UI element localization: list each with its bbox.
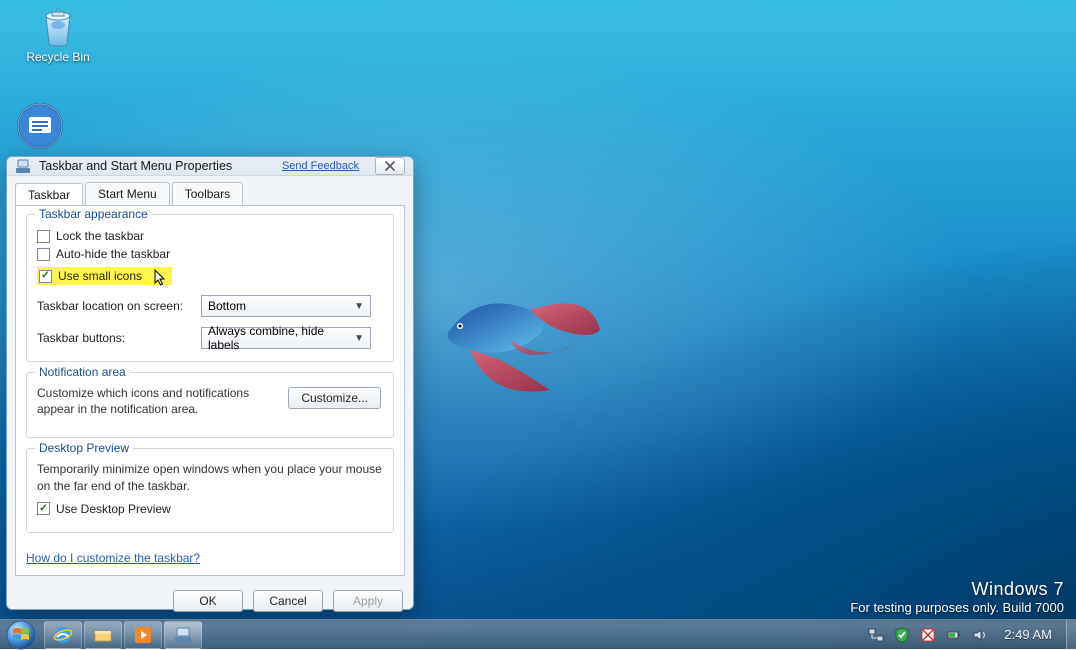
chevron-down-icon: ▼: [354, 301, 364, 312]
group-desktop-preview: Desktop Preview Temporarily minimize ope…: [26, 448, 394, 532]
legend-desktop-preview: Desktop Preview: [35, 441, 133, 455]
tray-security-icon[interactable]: [894, 627, 910, 643]
checkbox-use-small-icons[interactable]: [39, 270, 52, 283]
taskbar-item-ie[interactable]: [44, 621, 82, 649]
internet-explorer-icon: [53, 625, 73, 645]
taskbar-item-explorer[interactable]: [84, 621, 122, 649]
taskbar-properties-window: Taskbar and Start Menu Properties Send F…: [6, 156, 414, 610]
window-titlebar[interactable]: Taskbar and Start Menu Properties Send F…: [7, 157, 413, 176]
mouse-cursor-icon: [154, 269, 168, 287]
tab-start-menu[interactable]: Start Menu: [85, 182, 170, 205]
row-use-small-icons[interactable]: Use small icons: [39, 269, 142, 283]
text-notification-help: Customize which icons and notifications …: [37, 385, 287, 417]
properties-window-icon: [173, 625, 193, 645]
checkbox-autohide-taskbar[interactable]: [37, 248, 50, 261]
row-use-desktop-preview[interactable]: Use Desktop Preview: [37, 502, 383, 516]
close-button[interactable]: [375, 157, 405, 175]
row-taskbar-location: Taskbar location on screen: Bottom ▼: [37, 295, 383, 317]
tray-clock[interactable]: 2:49 AM: [998, 627, 1058, 642]
checkbox-use-desktop-preview[interactable]: [37, 502, 50, 515]
send-feedback-link[interactable]: Send Feedback: [282, 160, 359, 172]
row-lock-taskbar[interactable]: Lock the taskbar: [37, 229, 383, 243]
close-icon: [383, 161, 397, 171]
checkbox-lock-taskbar[interactable]: [37, 230, 50, 243]
tab-toolbars[interactable]: Toolbars: [172, 182, 243, 205]
desktop-background[interactable]: Recycle Bin Windows 7 For testin: [0, 0, 1076, 649]
watermark-line1: Windows 7: [850, 579, 1064, 600]
label-use-small-icons: Use small icons: [58, 269, 142, 283]
label-use-desktop-preview: Use Desktop Preview: [56, 502, 171, 516]
tab-body-taskbar: Taskbar appearance Lock the taskbar Auto…: [15, 205, 405, 576]
dropdown-taskbar-buttons-value: Always combine, hide labels: [208, 324, 354, 352]
customize-button[interactable]: Customize...: [288, 387, 381, 409]
ok-button[interactable]: OK: [173, 590, 243, 612]
folder-icon: [93, 625, 113, 645]
group-notification-area: Notification area Customize which icons …: [26, 372, 394, 438]
label-autohide-taskbar: Auto-hide the taskbar: [56, 247, 170, 261]
recycle-bin-label: Recycle Bin: [20, 50, 96, 64]
dropdown-taskbar-location-value: Bottom: [208, 299, 246, 313]
legend-notification-area: Notification area: [35, 365, 130, 379]
taskbar[interactable]: 2:49 AM: [0, 619, 1076, 649]
window-title: Taskbar and Start Menu Properties: [39, 159, 232, 173]
taskbar-item-media-player[interactable]: [124, 621, 162, 649]
start-button[interactable]: [0, 620, 42, 649]
window-app-icon: [15, 158, 31, 174]
row-taskbar-buttons: Taskbar buttons: Always combine, hide la…: [37, 327, 383, 349]
chevron-down-icon: ▼: [354, 333, 364, 344]
apply-button[interactable]: Apply: [333, 590, 403, 612]
legend-taskbar-appearance: Taskbar appearance: [35, 207, 152, 221]
help-link-customize-taskbar[interactable]: How do I customize the taskbar?: [26, 551, 200, 565]
show-desktop-button[interactable]: [1066, 620, 1076, 649]
watermark-line2: For testing purposes only. Build 7000: [850, 600, 1064, 615]
desktop-icon-recycle-bin[interactable]: Recycle Bin: [20, 4, 96, 64]
tray-action-center-icon[interactable]: [920, 627, 936, 643]
row-autohide-taskbar[interactable]: Auto-hide the taskbar: [37, 247, 383, 261]
desktop-floating-icon[interactable]: [16, 102, 64, 150]
media-player-icon: [133, 625, 153, 645]
windows-start-icon: [6, 620, 36, 650]
tab-strip: Taskbar Start Menu Toolbars: [7, 176, 413, 205]
highlight-small-icons: Use small icons: [37, 267, 172, 285]
label-lock-taskbar: Lock the taskbar: [56, 229, 144, 243]
wallpaper-fish-decoration: [410, 270, 630, 430]
tab-taskbar[interactable]: Taskbar: [15, 183, 83, 206]
taskbar-pinned-apps: [42, 620, 202, 649]
dropdown-taskbar-location[interactable]: Bottom ▼: [201, 295, 371, 317]
cancel-button[interactable]: Cancel: [253, 590, 323, 612]
label-taskbar-location: Taskbar location on screen:: [37, 299, 187, 313]
windows-watermark: Windows 7 For testing purposes only. Bui…: [850, 579, 1064, 615]
dropdown-taskbar-buttons[interactable]: Always combine, hide labels ▼: [201, 327, 371, 349]
tray-network-icon[interactable]: [868, 627, 884, 643]
recycle-bin-icon: [36, 4, 80, 48]
label-taskbar-buttons: Taskbar buttons:: [37, 331, 187, 345]
tray-volume-icon[interactable]: [972, 627, 988, 643]
taskbar-item-properties-window[interactable]: [164, 621, 202, 649]
tray-power-icon[interactable]: [946, 627, 962, 643]
dialog-button-row: OK Cancel Apply: [7, 590, 403, 612]
text-desktop-preview-help: Temporarily minimize open windows when y…: [37, 461, 383, 493]
system-tray: 2:49 AM: [860, 620, 1066, 649]
group-taskbar-appearance: Taskbar appearance Lock the taskbar Auto…: [26, 214, 394, 362]
